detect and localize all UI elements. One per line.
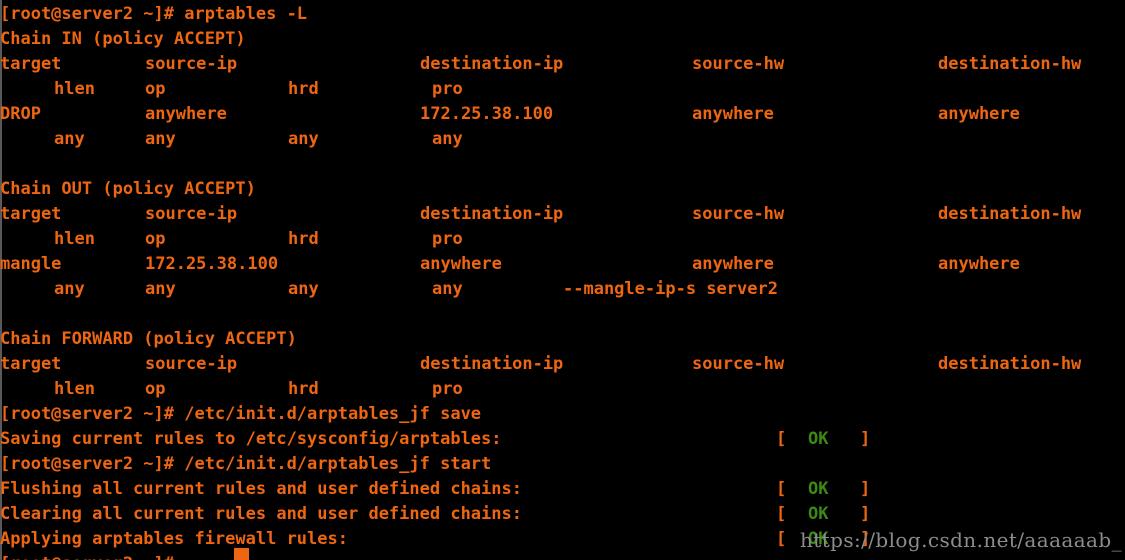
status-bracket-close: ] [860,429,871,449]
status-bracket-close: ] [860,504,871,524]
status-message: Flushing all current rules and user defi… [0,479,522,499]
rule-source-hw: anywhere [692,104,774,124]
rule-source-hw: anywhere [692,254,774,274]
rule-pro: any [432,129,463,149]
col-header-pro: pro [432,79,463,99]
status-line-saving: Saving current rules to /etc/sysconfig/a… [0,427,1125,452]
rule-hlen: any [54,279,85,299]
status-badge: OK [808,479,829,499]
rule-op: any [145,129,176,149]
final-prompt-line: [root@server2 ~]# [0,552,1125,560]
status-badge: OK [808,529,829,549]
command-text: [root@server2 ~]# /etc/init.d/arptables_… [0,454,492,474]
col-header-hrd: hrd [288,229,319,249]
col-header-source-ip: source-ip [145,354,238,374]
command-line-start: [root@server2 ~]# /etc/init.d/arptables_… [0,452,1125,477]
chain-in-rule-row2: any any any any [0,127,1125,152]
col-header-op: op [145,379,166,399]
rule-destination-hw: anywhere [938,104,1020,124]
chain-out-rule-row2: any any any any --mangle-ip-s server2 [0,277,1125,302]
col-header-source-hw: source-hw [692,54,785,74]
col-header-op: op [145,79,166,99]
command-line-save: [root@server2 ~]# /etc/init.d/arptables_… [0,402,1125,427]
status-bracket-close: ] [860,529,871,549]
command-text: [root@server2 ~]# arptables -L [0,4,308,24]
chain-in-header-row1: target source-ip destination-ip source-h… [0,52,1125,77]
status-message: Applying arptables firewall rules: [0,529,348,549]
status-line-clearing: Clearing all current rules and user defi… [0,502,1125,527]
prompt-text: [root@server2 ~]# [0,552,174,560]
rule-hrd: any [288,279,319,299]
rule-destination-hw: anywhere [938,254,1020,274]
rule-destination-ip: 172.25.38.100 [420,104,554,124]
col-header-hlen: hlen [54,379,95,399]
chain-out-header-row1: target source-ip destination-ip source-h… [0,202,1125,227]
rule-source-ip: anywhere [145,104,227,124]
status-bracket-close: ] [860,479,871,499]
chain-title-text: Chain IN (policy ACCEPT) [0,29,246,49]
status-message: Saving current rules to /etc/sysconfig/a… [0,429,502,449]
chain-forward-header-row2: hlen op hrd pro [0,377,1125,402]
col-header-hrd: hrd [288,79,319,99]
col-header-hlen: hlen [54,79,95,99]
col-header-target: target [0,354,62,374]
status-bracket-open: [ [776,429,787,449]
chain-title-text: Chain FORWARD (policy ACCEPT) [0,329,297,349]
status-bracket-open: [ [776,529,787,549]
rule-pro: any [432,279,463,299]
col-header-destination-hw: destination-hw [938,54,1082,74]
rule-destination-ip: anywhere [420,254,502,274]
col-header-source-ip: source-ip [145,54,238,74]
rule-target: mangle [0,254,62,274]
col-header-pro: pro [432,229,463,249]
col-header-target: target [0,54,62,74]
rule-op: any [145,279,176,299]
rule-hlen: any [54,129,85,149]
rule-source-ip: 172.25.38.100 [145,254,279,274]
terminal-cursor [234,548,249,560]
status-message: Clearing all current rules and user defi… [0,504,522,524]
chain-title-out: Chain OUT (policy ACCEPT) [0,177,1125,202]
col-header-target: target [0,204,62,224]
chain-forward-header-row1: target source-ip destination-ip source-h… [0,352,1125,377]
status-badge: OK [808,504,829,524]
col-header-destination-ip: destination-ip [420,204,564,224]
chain-title-in: Chain IN (policy ACCEPT) [0,27,1125,52]
chain-title-forward: Chain FORWARD (policy ACCEPT) [0,327,1125,352]
col-header-source-ip: source-ip [145,204,238,224]
command-text: [root@server2 ~]# /etc/init.d/arptables_… [0,404,482,424]
col-header-destination-hw: destination-hw [938,204,1082,224]
status-bracket-open: [ [776,504,787,524]
chain-out-header-row2: hlen op hrd pro [0,227,1125,252]
col-header-source-hw: source-hw [692,354,785,374]
status-badge: OK [808,429,829,449]
rule-extra-option: --mangle-ip-s server2 [563,279,778,299]
col-header-op: op [145,229,166,249]
col-header-destination-hw: destination-hw [938,354,1082,374]
status-line-flushing: Flushing all current rules and user defi… [0,477,1125,502]
col-header-hrd: hrd [288,379,319,399]
col-header-pro: pro [432,379,463,399]
col-header-source-hw: source-hw [692,204,785,224]
chain-out-rule-row1: mangle 172.25.38.100 anywhere anywhere a… [0,252,1125,277]
terminal-window[interactable]: [root@server2 ~]# arptables -L Chain IN … [0,0,1125,560]
chain-in-header-row2: hlen op hrd pro [0,77,1125,102]
command-line-list: [root@server2 ~]# arptables -L [0,2,1125,27]
chain-in-rule-row1: DROP anywhere 172.25.38.100 anywhere any… [0,102,1125,127]
rule-hrd: any [288,129,319,149]
chain-title-text: Chain OUT (policy ACCEPT) [0,179,256,199]
col-header-destination-ip: destination-ip [420,54,564,74]
col-header-destination-ip: destination-ip [420,354,564,374]
col-header-hlen: hlen [54,229,95,249]
rule-target: DROP [0,104,41,124]
status-line-applying: Applying arptables firewall rules: [ OK … [0,527,1125,552]
terminal-screen: [root@server2 ~]# arptables -L Chain IN … [0,2,1125,560]
status-bracket-open: [ [776,479,787,499]
